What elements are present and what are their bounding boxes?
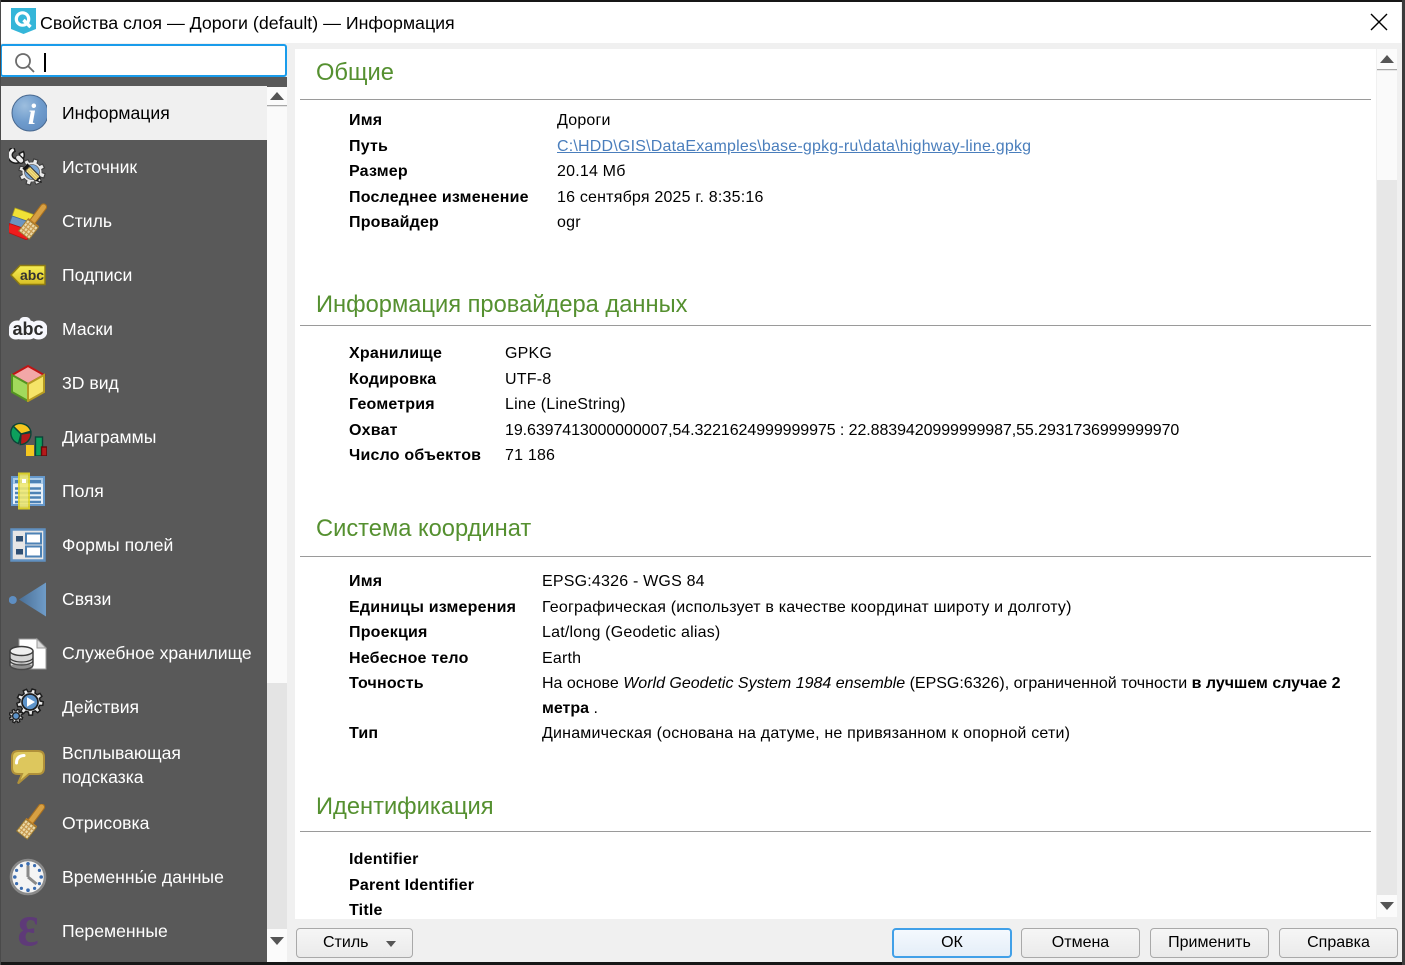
- svg-text:ε: ε: [17, 912, 38, 950]
- svg-text:abc: abc: [20, 267, 44, 283]
- svg-text:i: i: [28, 98, 37, 131]
- svg-text:abc: abc: [12, 319, 43, 339]
